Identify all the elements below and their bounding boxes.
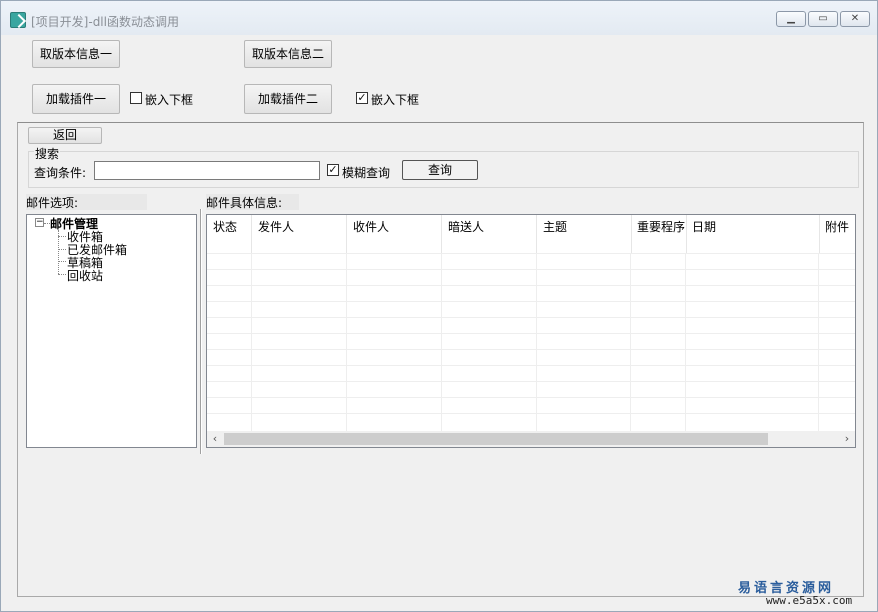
column-header-recipient[interactable]: 收件人 xyxy=(347,215,442,253)
app-icon xyxy=(10,12,26,28)
get-version-info-2-button[interactable]: 取版本信息二 xyxy=(244,40,332,68)
scroll-left-icon[interactable]: ‹ xyxy=(209,432,221,446)
get-version-info-1-button[interactable]: 取版本信息一 xyxy=(32,40,120,68)
embed-checkbox-2-label: 嵌入下框 xyxy=(371,93,420,107)
window-title: [项目开发]-dll函数动态调用 xyxy=(31,15,179,29)
embed-checkbox-1[interactable] xyxy=(130,92,142,104)
maximize-button[interactable]: ▭ xyxy=(808,11,838,27)
load-plugin-1-button[interactable]: 加载插件一 xyxy=(32,84,120,114)
scroll-right-icon[interactable]: › xyxy=(841,432,853,446)
minimize-button[interactable]: ▁ xyxy=(776,11,806,27)
mail-details-label: 邮件具体信息: xyxy=(206,194,299,210)
splitter-handle[interactable] xyxy=(200,209,202,454)
close-button[interactable]: ✕ xyxy=(840,11,870,27)
column-header-importance[interactable]: 重要程序 xyxy=(631,215,687,253)
maximize-icon: ▭ xyxy=(818,13,828,24)
column-header-sender[interactable]: 发件人 xyxy=(252,215,347,253)
watermark-url: www.e5a5x.com xyxy=(766,594,853,607)
column-header-attachment[interactable]: 附件 xyxy=(819,215,855,253)
column-header-status[interactable]: 状态 xyxy=(207,215,252,253)
column-header-date[interactable]: 日期 xyxy=(686,215,820,253)
column-header-subject[interactable]: 主题 xyxy=(537,215,632,253)
app-window: [项目开发]-dll函数动态调用 ▁ ▭ ✕ 取版本信息一 取版本信息二 加载插… xyxy=(0,0,878,612)
minimize-icon: ▁ xyxy=(787,13,795,24)
collapse-icon[interactable]: − xyxy=(35,218,44,227)
mail-details-grid[interactable]: 状态 发件人 收件人 暗送人 主题 重要程序 日期 附件 ‹ › xyxy=(206,214,856,448)
fuzzy-query-checkbox[interactable]: ✓ xyxy=(327,164,339,176)
search-group-label: 搜索 xyxy=(34,145,61,162)
tree-item-recycle-bin[interactable]: 回收站 xyxy=(67,267,103,284)
fuzzy-query-label: 模糊查询 xyxy=(342,166,391,180)
scrollbar-thumb[interactable] xyxy=(224,433,768,445)
back-button[interactable]: 返回 xyxy=(28,127,102,144)
embed-checkbox-2[interactable]: ✓ xyxy=(356,92,368,104)
query-condition-label: 查询条件: xyxy=(34,166,87,180)
query-button[interactable]: 查询 xyxy=(402,160,478,180)
mail-options-label: 邮件选项: xyxy=(26,194,147,210)
horizontal-scrollbar[interactable]: ‹ › xyxy=(207,431,855,447)
column-header-bcc[interactable]: 暗送人 xyxy=(442,215,537,253)
query-condition-input[interactable] xyxy=(94,161,320,180)
embed-checkbox-1-label: 嵌入下框 xyxy=(145,93,194,107)
load-plugin-2-button[interactable]: 加载插件二 xyxy=(244,84,332,114)
close-icon: ✕ xyxy=(850,13,860,24)
title-bar[interactable]: [项目开发]-dll函数动态调用 ▁ ▭ ✕ xyxy=(1,1,877,35)
mail-options-tree[interactable]: − 邮件管理 收件箱 已发邮件箱 草稿箱 回收站 xyxy=(26,214,197,448)
